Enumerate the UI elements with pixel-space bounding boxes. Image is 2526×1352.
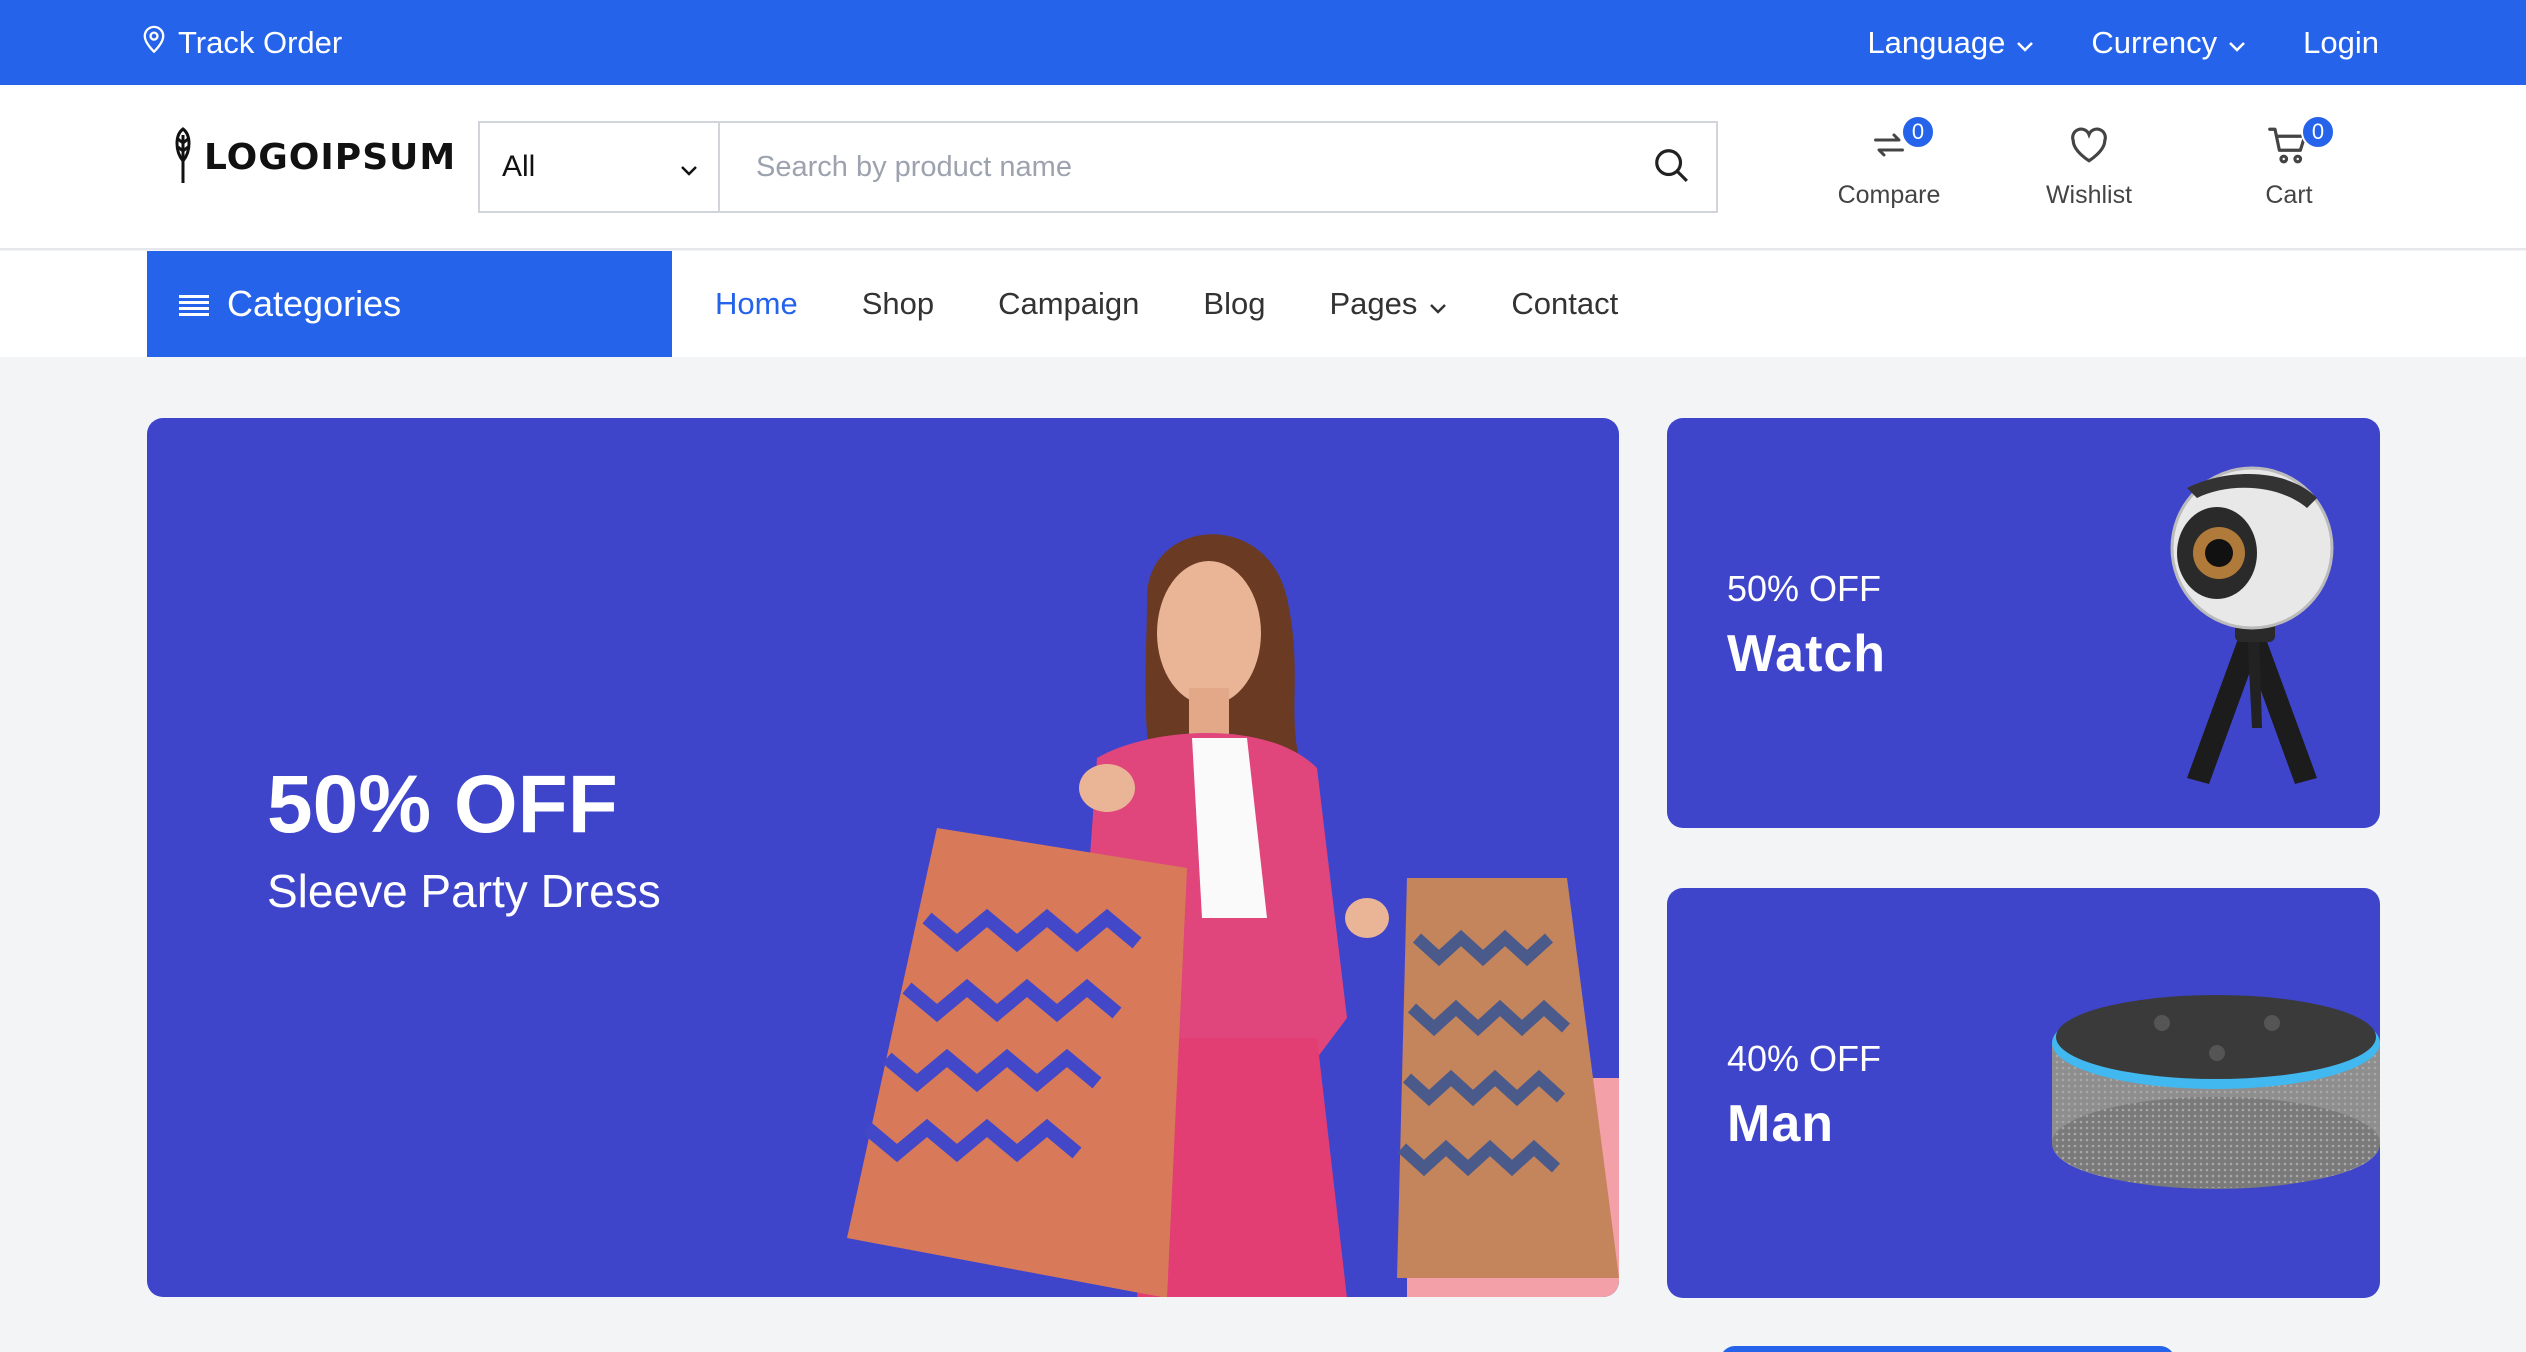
currency-label: Currency	[2091, 24, 2218, 60]
hero-title: Sleeve Party Dress	[267, 865, 661, 917]
nav-item-home[interactable]: Home	[715, 286, 798, 322]
compare-label: Compare	[1837, 181, 1941, 209]
nav-item-shop[interactable]: Shop	[862, 286, 934, 322]
track-order-label: Track Order	[178, 24, 343, 60]
search-icon	[1652, 146, 1690, 189]
compare-button[interactable]: 0 Compare	[1809, 115, 1969, 210]
side-banner-watch[interactable]: 50% OFF Watch	[1667, 418, 2380, 828]
language-label: Language	[1867, 24, 2006, 60]
smart-speaker-product-image	[2052, 995, 2380, 1189]
hero-banner[interactable]: 50% OFF Sleeve Party Dress	[147, 418, 1619, 1297]
currency-dropdown[interactable]: Currency	[2091, 25, 2247, 61]
login-link[interactable]: Login	[2303, 25, 2379, 61]
compare-count-badge: 0	[1901, 115, 1935, 149]
logo[interactable]: LOGOIPSUM	[170, 125, 456, 190]
menu-icon	[179, 283, 209, 325]
categories-button[interactable]: Categories	[147, 251, 672, 357]
categories-label: Categories	[227, 283, 402, 324]
chevron-down-icon	[2227, 25, 2247, 61]
search-input[interactable]	[720, 123, 1626, 211]
location-pin-icon	[140, 24, 168, 62]
cart-button[interactable]: 0 Cart	[2209, 115, 2369, 210]
main-nav-bar: Categories Home Shop Campaign Blog Pages…	[0, 251, 2526, 357]
search-category-select[interactable]: All	[480, 123, 720, 211]
search-category-value: All	[502, 150, 536, 183]
logo-text: LOGOIPSUM	[204, 137, 457, 178]
top-bar: Track Order Language Currency Login	[0, 0, 2526, 85]
nav-item-pages-label: Pages	[1329, 286, 1418, 321]
track-order-link[interactable]: Track Order	[140, 0, 342, 85]
hero-discount: 50% OFF	[267, 759, 618, 850]
side-banner-title: Watch	[1727, 625, 1887, 683]
language-dropdown[interactable]: Language	[1867, 25, 2035, 61]
bottom-section-pill	[1720, 1346, 2175, 1352]
chevron-down-icon	[1429, 286, 1447, 322]
side-banner-discount: 40% OFF	[1727, 1038, 1882, 1079]
side-banner-title: Man	[1727, 1095, 1834, 1153]
side-banner-discount: 50% OFF	[1727, 568, 1882, 609]
main-nav: Home Shop Campaign Blog Pages Contact	[715, 251, 1618, 357]
cart-count-badge: 0	[2301, 115, 2335, 149]
nav-item-contact[interactable]: Contact	[1511, 286, 1618, 322]
heart-icon	[2068, 125, 2110, 170]
camera-product-image	[2170, 466, 2334, 784]
nav-item-pages[interactable]: Pages	[1329, 286, 1447, 322]
site-header: LOGOIPSUM All 0 Compare Wishlist	[0, 85, 2526, 250]
nav-item-campaign[interactable]: Campaign	[998, 286, 1139, 322]
cart-label: Cart	[2265, 181, 2313, 209]
side-banner-man[interactable]: 40% OFF Man	[1667, 888, 2380, 1298]
chevron-down-icon	[2015, 25, 2035, 61]
feather-logo-icon	[170, 125, 196, 190]
wishlist-button[interactable]: Wishlist	[2009, 119, 2169, 210]
nav-item-blog[interactable]: Blog	[1203, 286, 1265, 322]
search-button[interactable]	[1626, 123, 1716, 211]
hero-model-image	[847, 534, 1619, 1297]
chevron-down-icon	[680, 150, 698, 184]
wishlist-label: Wishlist	[2045, 181, 2133, 209]
search-bar: All	[478, 121, 1718, 213]
